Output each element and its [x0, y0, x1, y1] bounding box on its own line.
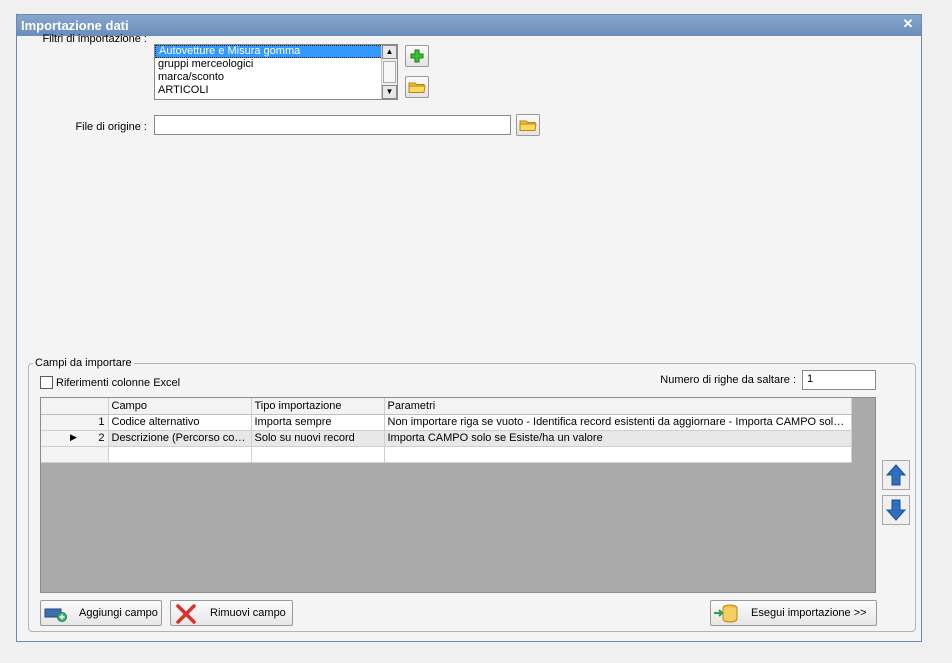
- filter-item[interactable]: ARTICOLI: [155, 84, 397, 97]
- cell-parametri[interactable]: Non importare riga se vuoto - Identifica…: [384, 414, 852, 431]
- skip-rows-input[interactable]: 1: [802, 370, 876, 390]
- move-up-button[interactable]: [882, 460, 910, 490]
- excel-refs-checkbox-row[interactable]: Riferimenti colonne Excel: [40, 376, 180, 389]
- folder-icon: [519, 120, 537, 131]
- excel-refs-label: Riferimenti colonne Excel: [56, 376, 181, 389]
- table-row[interactable]: ▶ 2 Descrizione (Percorso com... Solo su…: [41, 430, 852, 447]
- column-header-tipo[interactable]: Tipo importazione: [251, 398, 385, 415]
- row-number[interactable]: [41, 446, 109, 463]
- filters-scrollbar[interactable]: ▲ ▼: [381, 45, 397, 99]
- scroll-thumb[interactable]: [383, 61, 396, 83]
- table-row[interactable]: 1 Codice alternativo Importa sempre Non …: [41, 414, 852, 431]
- remove-field-label: Rimuovi campo: [210, 607, 286, 619]
- run-import-label: Esegui importazione >>: [751, 607, 867, 619]
- add-filter-button[interactable]: [405, 45, 429, 67]
- column-header-parametri[interactable]: Parametri: [384, 398, 852, 415]
- add-field-button[interactable]: Aggiungi campo: [40, 600, 162, 626]
- filters-label: Filtri di importazione :: [42, 33, 147, 45]
- filter-item[interactable]: marca/sconto: [155, 71, 397, 84]
- arrow-up-icon: [886, 464, 906, 486]
- cell-tipo[interactable]: Importa sempre: [251, 414, 385, 431]
- source-file-input[interactable]: [154, 115, 511, 135]
- current-row-arrow-icon: ▶: [70, 432, 77, 442]
- cell-campo[interactable]: Codice alternativo: [108, 414, 252, 431]
- filter-item[interactable]: gruppi merceologici: [155, 58, 397, 71]
- row-number[interactable]: 1: [41, 414, 109, 431]
- add-column-icon: [44, 608, 67, 622]
- window-title: Importazione dati: [21, 18, 129, 33]
- move-down-button[interactable]: [882, 495, 910, 525]
- grid-header-row: Campo Tipo importazione Parametri: [41, 398, 852, 415]
- fields-group-legend: Campi da importare: [35, 357, 132, 369]
- run-import-button[interactable]: Esegui importazione >>: [710, 600, 877, 626]
- arrow-down-icon: [886, 499, 906, 521]
- filter-item[interactable]: Autovetture e Misura gomma: [155, 45, 397, 58]
- cell-campo[interactable]: Descrizione (Percorso com...: [108, 430, 252, 447]
- cell-campo[interactable]: [108, 446, 252, 463]
- scroll-down-icon[interactable]: ▼: [382, 85, 397, 99]
- delete-x-icon: [176, 604, 196, 624]
- cell-tipo[interactable]: Solo su nuovi record: [251, 430, 385, 447]
- skip-rows-label: Numero di righe da saltare :: [660, 374, 796, 386]
- grid-corner: [41, 398, 109, 415]
- title-bar: Importazione dati ✕: [17, 15, 921, 36]
- filters-listbox[interactable]: Autovetture e Misura gomma gruppi merceo…: [154, 44, 398, 100]
- row-number[interactable]: ▶ 2: [41, 430, 109, 447]
- column-header-campo[interactable]: Campo: [108, 398, 252, 415]
- cell-parametri[interactable]: Importa CAMPO solo se Esiste/ha un valor…: [384, 430, 852, 447]
- cell-parametri[interactable]: [384, 446, 852, 463]
- import-database-icon: [714, 604, 738, 623]
- new-row[interactable]: [41, 446, 852, 463]
- remove-field-button[interactable]: Rimuovi campo: [170, 600, 293, 626]
- folder-icon: [408, 82, 426, 93]
- scroll-up-icon[interactable]: ▲: [382, 45, 397, 59]
- row-number-value: 2: [98, 432, 105, 444]
- import-fields-grid[interactable]: Campo Tipo importazione Parametri 1 Codi…: [40, 397, 876, 593]
- close-icon[interactable]: ✕: [901, 17, 915, 31]
- plus-icon: [410, 49, 424, 63]
- cell-tipo[interactable]: [251, 446, 385, 463]
- excel-refs-checkbox[interactable]: [40, 376, 53, 389]
- browse-file-button[interactable]: [516, 114, 540, 136]
- add-field-label: Aggiungi campo: [79, 607, 158, 619]
- open-filter-button[interactable]: [405, 76, 429, 98]
- grid-table: Campo Tipo importazione Parametri 1 Codi…: [41, 398, 852, 463]
- source-file-label: File di origine :: [75, 121, 147, 133]
